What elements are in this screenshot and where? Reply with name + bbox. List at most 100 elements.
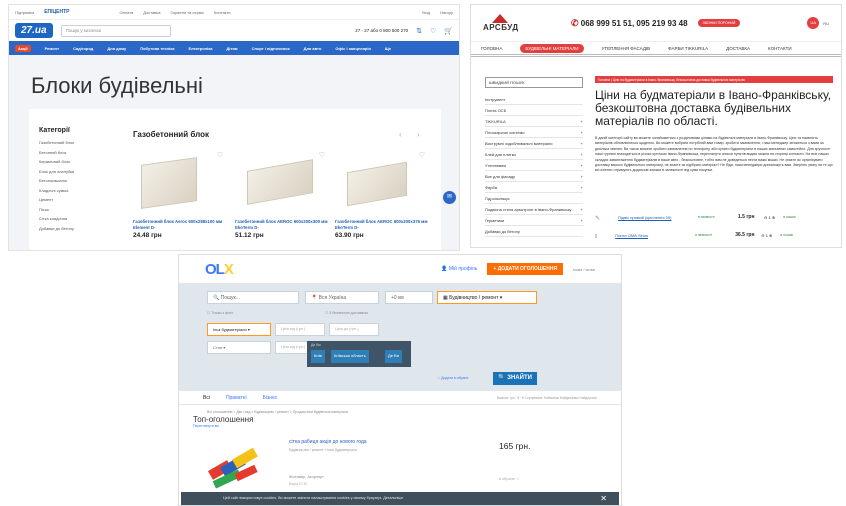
profile-link[interactable]: 👤 Мій профіль: [441, 266, 477, 272]
callback-button[interactable]: ЗВОНКИ ПОРОНИЙ: [697, 19, 741, 27]
plus-icon[interactable]: ⊕: [772, 215, 775, 220]
category-link[interactable]: Газобетонний блок: [39, 140, 119, 145]
popup-kyiv-button[interactable]: Київ: [311, 350, 325, 363]
nav-item[interactable]: ДОСТАВКА: [726, 46, 750, 51]
product-name[interactable]: Газобетонний блок Aeroc 600x288x100 мм E…: [133, 219, 229, 230]
chat-icon[interactable]: ✉: [443, 191, 456, 204]
quantity-input[interactable]: 1: [768, 215, 770, 220]
top-link[interactable]: Нагору: [440, 10, 453, 15]
tab-business[interactable]: Бізнес: [263, 395, 278, 401]
category-link[interactable]: Бетонний блок: [39, 150, 119, 155]
site-logo[interactable]: АРСБУД: [483, 14, 518, 32]
nav-item[interactable]: Офіс і канцелярія: [335, 46, 370, 51]
top-link[interactable]: Контакти: [214, 10, 231, 15]
listing-image[interactable]: [205, 439, 265, 489]
sidebar-item[interactable]: Фарба +: [485, 182, 583, 193]
sidebar-item[interactable]: Плита OCБ: [485, 105, 583, 116]
nav-item[interactable]: Ще: [385, 46, 391, 51]
lang-ru-button[interactable]: RU: [823, 21, 829, 26]
minus-icon[interactable]: ⊖: [764, 215, 767, 220]
nav-item[interactable]: Ремонт: [45, 46, 59, 51]
top-link[interactable]: Підтримка: [15, 10, 34, 15]
radius-select[interactable]: +0 км: [385, 291, 433, 304]
sidebar-item[interactable]: Все для фасаду +: [485, 171, 583, 182]
nav-item[interactable]: Сад/город: [73, 46, 93, 51]
category-link[interactable]: Пісок: [39, 207, 119, 212]
region-select[interactable]: 📍 Вся Україна: [305, 291, 379, 304]
search-input[interactable]: Пошук у каталозі: [60, 24, 171, 37]
search-button[interactable]: 🔍 ЗНАЙТИ: [493, 372, 537, 385]
sidebar-item[interactable]: Виструмні оздоблювальні матеріали +: [485, 138, 583, 149]
sidebar-item[interactable]: Герметики +: [485, 215, 583, 226]
cart-icon[interactable]: 🛒: [444, 27, 453, 35]
product-thumb-icon[interactable]: ▯: [595, 233, 597, 238]
add-listing-button[interactable]: + ДОДАТИ ОГОЛОШЕННЯ: [487, 263, 564, 275]
tab-all[interactable]: Всі: [203, 395, 210, 401]
product-name[interactable]: Плита ОМА Sirius: [615, 233, 695, 238]
favorite-button[interactable]: в обране ☆: [499, 476, 519, 481]
heart-icon[interactable]: ♡: [319, 151, 325, 159]
top-link[interactable]: Вхід: [422, 10, 430, 15]
nav-item[interactable]: КОНТАКТИ: [768, 46, 792, 51]
category-link[interactable]: Цемент: [39, 197, 119, 202]
sidebar-item[interactable]: Утеплювачі +: [485, 160, 583, 171]
heart-icon[interactable]: ♡: [217, 151, 223, 159]
compare-icon[interactable]: ⇅: [416, 27, 422, 35]
category-link[interactable]: Кладочні суміші: [39, 188, 119, 193]
condition-select[interactable]: Стан ▾: [207, 341, 271, 354]
product-image[interactable]: ♡: [133, 149, 229, 213]
photo-checkbox[interactable]: ☐ Тільки з фото: [207, 311, 233, 315]
price-to-input[interactable]: Ціна до (грн.): [329, 323, 379, 336]
save-search-link[interactable]: ☆ Додати в обране: [437, 376, 468, 380]
nav-item[interactable]: Акції: [15, 44, 31, 52]
sidebar-item[interactable]: Подвісна стеля армстронг в Івано-Франків…: [485, 204, 583, 215]
nav-item[interactable]: ФАРБИ TIKKURILA: [668, 46, 708, 51]
sidebar-item[interactable]: Плоскарочні системи +: [485, 127, 583, 138]
listing-title[interactable]: сітка рабиця акція до нового года: [289, 439, 367, 445]
next-arrow-icon[interactable]: ›: [417, 130, 420, 139]
nav-item[interactable]: Дітям: [226, 46, 237, 51]
top-link[interactable]: Гарантія та сервіс: [170, 10, 203, 15]
listing-card[interactable]: сітка рабиця акція до нового года Будівн…: [193, 433, 537, 499]
prev-arrow-icon[interactable]: ‹: [399, 130, 402, 139]
close-icon[interactable]: ✕: [600, 494, 607, 503]
nav-item[interactable]: ГОЛОВНА: [481, 46, 502, 51]
heart-icon[interactable]: ♡: [430, 27, 436, 35]
plus-icon[interactable]: ⊕: [769, 233, 772, 238]
product-name[interactable]: Підвіс прямий (кріплення 05): [618, 215, 698, 220]
product-name[interactable]: Газобетонний блок AEROC 600x200x375 мм E…: [335, 219, 431, 230]
category-link[interactable]: Керамічний блок: [39, 159, 119, 164]
minus-icon[interactable]: ⊖: [761, 233, 764, 238]
sidebar-item[interactable]: Інструмент: [485, 94, 583, 105]
nav-item[interactable]: Побутова техніка: [140, 46, 174, 51]
search-input[interactable]: ШВИДКИЙ ПОШУК: [485, 77, 583, 88]
sidebar-item[interactable]: TIKKURILA +: [485, 116, 583, 127]
delivery-checkbox[interactable]: ☐ З безпечною доставкою: [325, 311, 368, 315]
heart-icon[interactable]: ♡: [419, 151, 425, 159]
price-from-input[interactable]: Ціна від (грн.): [275, 323, 325, 336]
category-link[interactable]: Бетонокашалоі: [39, 178, 119, 183]
sort-controls[interactable]: Валюта: грн · $ · € Сортування: Найновіш…: [497, 396, 597, 400]
quantity-input[interactable]: 1: [766, 233, 768, 238]
nav-item[interactable]: Електроніка: [188, 46, 212, 51]
sidebar-item[interactable]: Гідроізоляція: [485, 193, 583, 204]
site-logo[interactable]: OLX: [205, 261, 234, 278]
nav-item[interactable]: Для дому: [107, 46, 126, 51]
product-card[interactable]: ♡ Газобетонний блок Aeroc 600x288x100 мм…: [133, 149, 229, 250]
add-to-cart-button[interactable]: в кошик: [780, 233, 793, 237]
product-name[interactable]: Газобетонний блок AEROC 600x200x300 мм E…: [235, 219, 331, 230]
product-card[interactable]: ♡ Газобетонний блок AEROC 600x200x300 мм…: [235, 149, 331, 250]
subcategory-select[interactable]: Інші будматеріали ▾: [207, 323, 271, 336]
product-image[interactable]: ♡: [335, 149, 431, 213]
product-thumb-icon[interactable]: 🔧: [595, 215, 600, 220]
product-image[interactable]: ♡: [235, 149, 331, 213]
add-to-cart-button[interactable]: в кошик: [783, 215, 796, 219]
view-all-link[interactable]: Переглянути всі: [193, 424, 219, 428]
tab-private[interactable]: Приватні: [226, 395, 247, 401]
search-input[interactable]: 🔍 Пошук...: [207, 291, 299, 304]
category-link[interactable]: Добавки до бетону: [39, 226, 119, 231]
nav-item[interactable]: Для авто: [304, 46, 322, 51]
nav-item[interactable]: Спорт і відпочинок: [252, 46, 290, 51]
category-link[interactable]: Сітка кладочна: [39, 216, 119, 221]
top-link[interactable]: Доставка: [143, 10, 160, 15]
